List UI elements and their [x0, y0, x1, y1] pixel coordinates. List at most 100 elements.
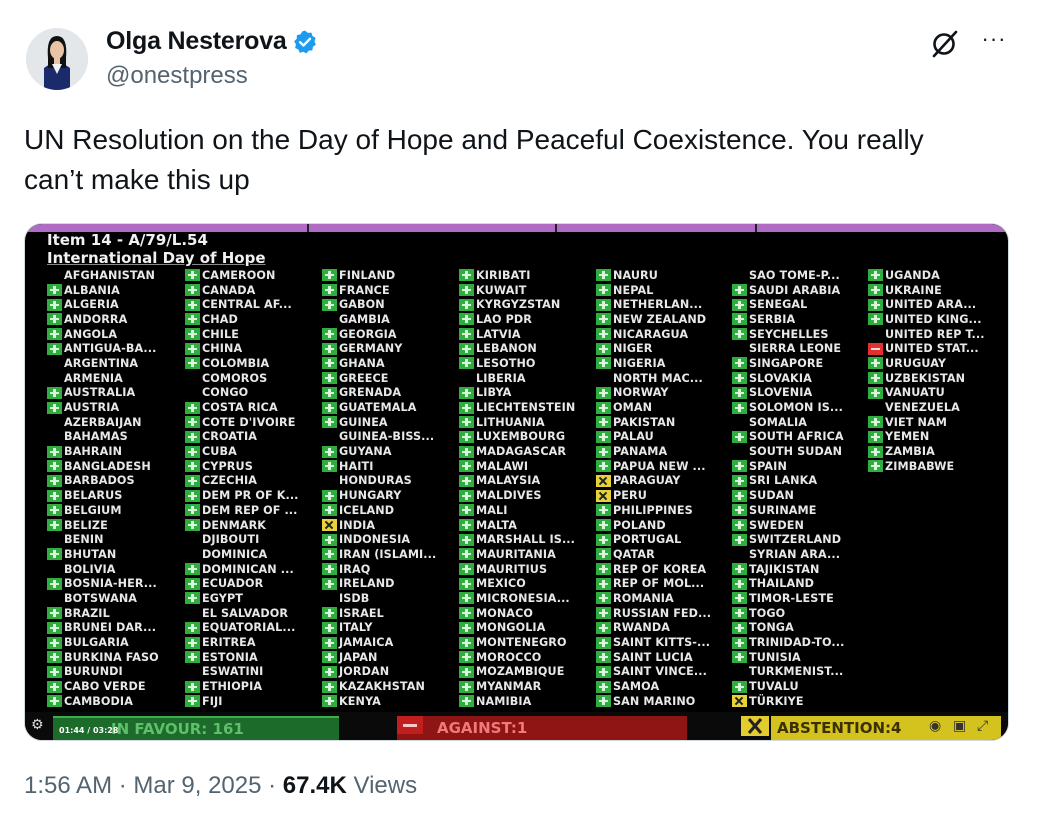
captions-icon[interactable]: ▣ — [953, 718, 966, 734]
verified-badge-icon — [292, 29, 318, 55]
country-vote-row: UKRAINE — [868, 283, 985, 298]
country-vote-row: REP OF MOL... — [596, 576, 711, 591]
no-vote-recorded — [459, 372, 474, 384]
more-options-button[interactable]: ··· — [974, 22, 1014, 56]
country-vote-row: GRENADA — [322, 386, 436, 401]
country-vote-row: SUDAN — [732, 488, 844, 503]
country-name: MALAWI — [476, 459, 529, 473]
vote-column: KIRIBATI KUWAIT KYRGYZSTAN LAO PDR LATVIA LEB… — [459, 268, 575, 709]
yes-vote-icon — [47, 298, 62, 311]
country-vote-row: JAMAICA — [322, 635, 436, 650]
no-vote-recorded — [185, 372, 200, 384]
country-vote-row: SAO TOME-P... — [732, 268, 844, 283]
yes-vote-icon — [459, 577, 474, 590]
country-vote-row: JAPAN — [322, 650, 436, 665]
country-vote-row: BRAZIL — [47, 606, 159, 621]
yes-vote-icon — [322, 621, 337, 634]
yes-vote-icon — [47, 607, 62, 620]
yes-vote-icon — [47, 445, 62, 458]
country-name: COSTA RICA — [202, 401, 278, 415]
country-name: ECUADOR — [202, 577, 264, 591]
vote-column: UGANDA UKRAINE UNITED ARA... UNITED KING...… — [868, 268, 985, 474]
country-name: ZIMBABWE — [885, 459, 955, 473]
country-name: BURKINA FASO — [64, 650, 159, 664]
yes-vote-icon — [596, 577, 611, 590]
no-vote-recorded — [185, 548, 200, 560]
country-name: UNITED REP T... — [885, 327, 985, 341]
yes-vote-icon — [868, 445, 883, 458]
country-vote-row: PANAMA — [596, 444, 711, 459]
country-name: DENMARK — [202, 518, 267, 532]
country-name: CAMEROON — [202, 268, 276, 282]
country-name: AUSTRIA — [64, 401, 120, 415]
country-vote-row: DEM REP OF ... — [185, 503, 299, 518]
yes-vote-icon — [322, 328, 337, 341]
yes-vote-icon — [459, 416, 474, 429]
country-name: ERITREA — [202, 636, 256, 650]
country-vote-row: SAINT LUCIA — [596, 650, 711, 665]
country-vote-row: NORTH MAC... — [596, 371, 711, 386]
country-name: INDONESIA — [339, 533, 411, 547]
yes-vote-icon — [596, 269, 611, 282]
country-name: PARAGUAY — [613, 474, 681, 488]
country-name: AUSTRALIA — [64, 386, 136, 400]
tweet-date[interactable]: Mar 9, 2025 — [133, 772, 261, 800]
country-name: NIGERIA — [613, 356, 666, 370]
yes-vote-icon — [322, 577, 337, 590]
country-name: RUSSIAN FED... — [613, 606, 712, 620]
yes-vote-icon — [732, 386, 747, 399]
settings-icon[interactable]: ⚙ — [31, 717, 44, 733]
country-vote-row: PERU — [596, 488, 711, 503]
fullscreen-icon[interactable]: ⤢ — [977, 718, 988, 734]
country-name: SUDAN — [749, 489, 794, 503]
country-vote-row: PAKISTAN — [596, 415, 711, 430]
country-name: FIJI — [202, 694, 223, 708]
yes-vote-icon — [459, 430, 474, 443]
yes-vote-icon — [47, 680, 62, 693]
yes-vote-icon — [868, 460, 883, 473]
country-name: SURINAME — [749, 503, 817, 517]
country-name: MALI — [476, 503, 508, 517]
country-name: AFGHANISTAN — [64, 268, 155, 282]
country-vote-row: BELGIUM — [47, 503, 159, 518]
yes-vote-icon — [185, 328, 200, 341]
country-name: BARBADOS — [64, 474, 135, 488]
yes-vote-icon — [596, 504, 611, 517]
country-name: BRAZIL — [64, 606, 110, 620]
tweet-media-video[interactable]: Item 14 - A/79/L.54 International Day of… — [24, 223, 1009, 741]
country-vote-row: SRI LANKA — [732, 474, 844, 489]
author-avatar[interactable] — [26, 28, 88, 90]
country-vote-row: MALDIVES — [459, 488, 575, 503]
yes-vote-icon — [322, 445, 337, 458]
country-vote-row: POLAND — [596, 518, 711, 533]
country-name: FINLAND — [339, 268, 396, 282]
country-vote-row: GEORGIA — [322, 327, 436, 342]
country-vote-row: CROATIA — [185, 430, 299, 445]
country-vote-row: IRELAND — [322, 576, 436, 591]
country-name: PAKISTAN — [613, 415, 676, 429]
country-vote-row: MALI — [459, 503, 575, 518]
yes-vote-icon — [185, 430, 200, 443]
no-vote-recorded — [47, 269, 62, 281]
tweet-time[interactable]: 1:56 AM — [24, 772, 112, 800]
country-vote-row: MARSHALL IS... — [459, 532, 575, 547]
country-vote-row: IRAN (ISLAMI... — [322, 547, 436, 562]
author-name[interactable]: Olga Nesterova — [106, 27, 287, 56]
country-name: SRI LANKA — [749, 474, 818, 488]
grok-icon[interactable] — [928, 26, 962, 60]
country-name: SINGAPORE — [749, 356, 824, 370]
volume-icon[interactable]: ◉ — [929, 718, 941, 734]
author-handle[interactable]: @onestpress — [106, 62, 248, 90]
country-name: BULGARIA — [64, 636, 129, 650]
no-vote-recorded — [47, 357, 62, 369]
no-vote-recorded — [185, 666, 200, 678]
country-name: BAHAMAS — [64, 430, 128, 444]
yes-vote-icon — [47, 460, 62, 473]
abstain-vote-icon — [596, 489, 611, 502]
yes-vote-icon — [47, 401, 62, 414]
country-vote-row: BOSNIA-HER... — [47, 576, 159, 591]
country-name: CABO VERDE — [64, 680, 146, 694]
yes-vote-icon — [459, 357, 474, 370]
country-vote-row: ICELAND — [322, 503, 436, 518]
country-name: SAINT VINCE... — [613, 665, 707, 679]
